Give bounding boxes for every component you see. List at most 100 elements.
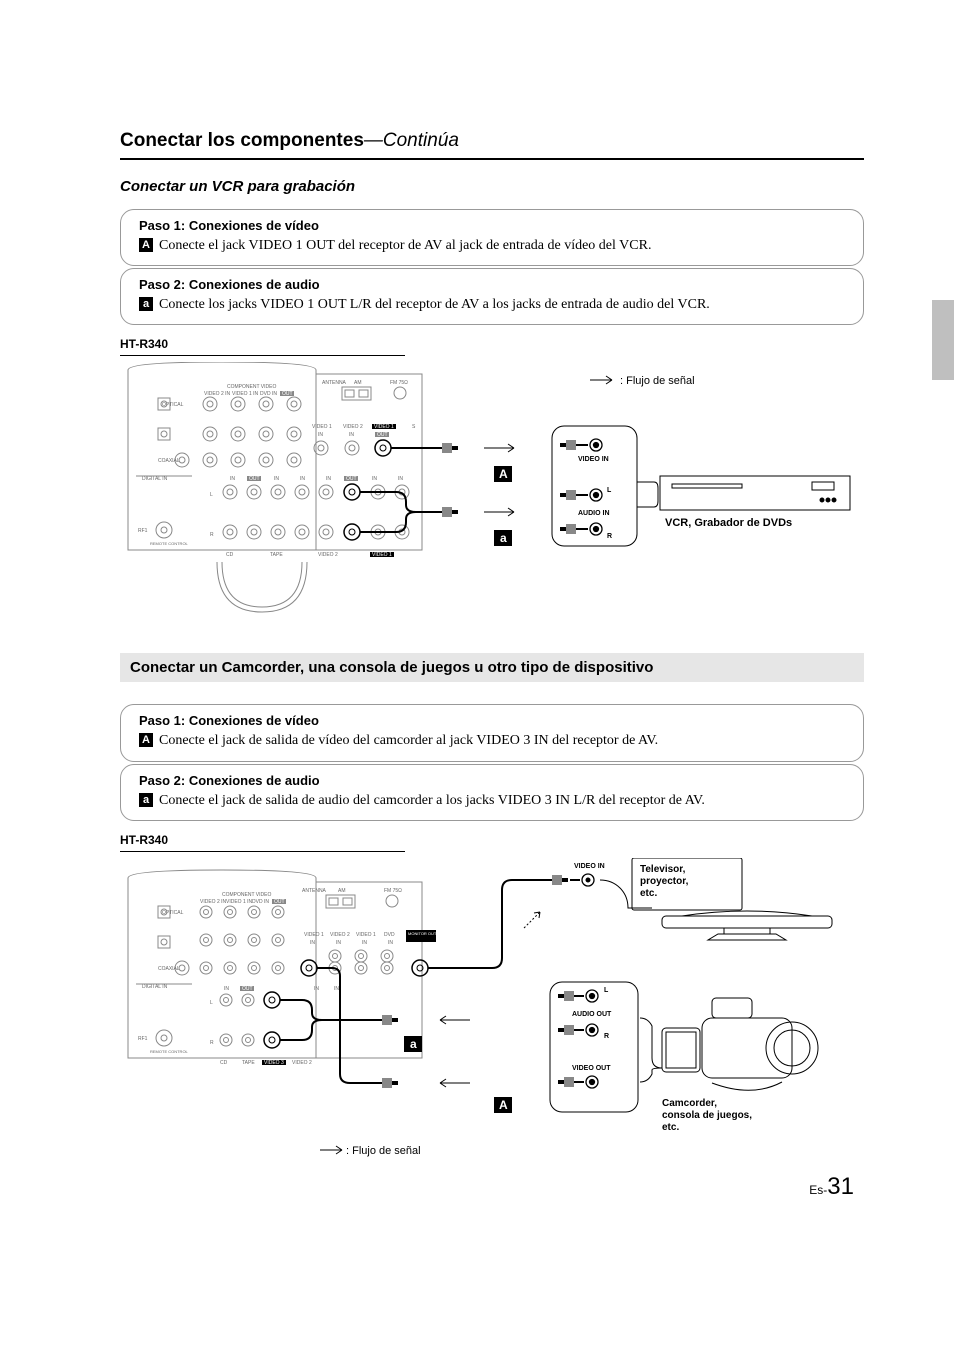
marker-A-icon: A (139, 733, 153, 747)
section1-step1-text: Conecte el jack VIDEO 1 OUT del receptor… (159, 238, 651, 253)
svg-text:COMPONENT VIDEO: COMPONENT VIDEO (222, 892, 271, 898)
svg-text:VIDEO IN: VIDEO IN (574, 863, 605, 870)
svg-text:IN: IN (349, 432, 354, 438)
svg-text:VIDEO 1: VIDEO 1 (304, 932, 324, 938)
svg-text:RF1: RF1 (138, 528, 148, 534)
section1-step1-line: A Conecte el jack VIDEO 1 OUT del recepto… (139, 237, 845, 255)
svg-text:OUT: OUT (249, 476, 260, 482)
svg-text:OUT: OUT (377, 432, 388, 438)
section2-step2-line: aConecte el jack de salida de audio del … (139, 792, 845, 810)
svg-text:IN: IN (372, 476, 377, 482)
svg-text:COAXIAL: COAXIAL (158, 966, 180, 972)
svg-text:VIDEO 1: VIDEO 1 (374, 424, 394, 430)
diagram1: ANTENNA AM FM 75Ω COMPONENT VIDEO VIDEO … (120, 362, 864, 622)
svg-text:R: R (210, 1040, 214, 1046)
svg-text:VIDEO 2: VIDEO 2 (292, 1060, 312, 1066)
section2-step1-text: Conecte el jack de salida de vídeo del c… (159, 733, 658, 748)
section2-step2-title: Paso 2: Conexiones de audio (139, 773, 845, 788)
svg-text:RF1: RF1 (138, 1036, 148, 1042)
svg-text:R: R (607, 533, 612, 540)
section1-step2-text: Conecte los jacks VIDEO 1 OUT L/R del re… (159, 297, 710, 312)
section2-step2-text: Conecte el jack de salida de audio del c… (159, 793, 705, 808)
section1-step1-box: Paso 1: Conexiones de vídeo A Conecte el … (120, 209, 864, 266)
marker-a-icon: a (139, 297, 153, 311)
svg-text:DVD IN: DVD IN (252, 899, 269, 905)
svg-text:: Flujo de señal: : Flujo de señal (620, 375, 695, 387)
svg-text:a: a (500, 531, 507, 545)
svg-text:VIDEO 1: VIDEO 1 (312, 424, 332, 430)
section2-model: HT-R340 (120, 833, 864, 847)
svg-text:IN: IN (388, 940, 393, 946)
svg-text:VIDEO 2: VIDEO 2 (318, 552, 338, 558)
svg-text:IN: IN (398, 476, 403, 482)
section2-step1-box: Paso 1: Conexiones de vídeo A Conecte el … (120, 704, 864, 761)
svg-text:OUT: OUT (282, 391, 293, 397)
svg-text:AUDIO IN: AUDIO IN (578, 510, 610, 517)
svg-text:IN: IN (224, 986, 229, 992)
svg-text:OUT: OUT (274, 899, 285, 905)
svg-text:VIDEO 2 IN: VIDEO 2 IN (200, 899, 227, 905)
svg-text:A: A (499, 1098, 508, 1112)
svg-text:DIGITAL IN: DIGITAL IN (142, 984, 168, 990)
svg-text:IN: IN (310, 940, 315, 946)
section1-step2-title: Paso 2: Conexiones de audio (139, 277, 845, 292)
svg-text:L: L (604, 987, 609, 994)
section2-step1-title: Paso 1: Conexiones de vídeo (139, 713, 845, 728)
svg-text:IN: IN (274, 476, 279, 482)
page-number: Es-31 (809, 1173, 854, 1201)
svg-text:OUT: OUT (242, 986, 253, 992)
svg-text:TAPE: TAPE (242, 1060, 255, 1066)
svg-text:IN: IN (334, 986, 339, 992)
svg-text:VIDEO OUT: VIDEO OUT (572, 1065, 611, 1072)
page-prefix: Es- (809, 1183, 827, 1197)
svg-text:VCR, Grabador de DVDs: VCR, Grabador de DVDs (665, 517, 792, 529)
section1-step2-line: a Conecte los jacks VIDEO 1 OUT L/R del r… (139, 296, 845, 314)
svg-text:VIDEO 3: VIDEO 3 (264, 1060, 284, 1066)
svg-text:ANTENNA: ANTENNA (322, 380, 347, 386)
svg-text:OUT: OUT (346, 476, 357, 482)
svg-text:A: A (499, 467, 508, 481)
svg-text:IN: IN (318, 432, 323, 438)
section2-heading: Conectar un Camcorder, una consola de ju… (120, 653, 864, 682)
svg-text:CD: CD (220, 1060, 228, 1066)
svg-text:L: L (607, 487, 612, 494)
svg-text:VIDEO 1: VIDEO 1 (356, 932, 376, 938)
svg-text:VIDEO 1: VIDEO 1 (372, 552, 392, 558)
svg-text:COMPONENT VIDEO: COMPONENT VIDEO (227, 384, 276, 390)
section2-step1-line: A Conecte el jack de salida de vídeo del … (139, 732, 845, 750)
svg-text:VIDEO 2: VIDEO 2 (330, 932, 350, 938)
model-text: HT-R340 (120, 833, 168, 847)
svg-text:a: a (410, 1037, 417, 1051)
svg-text:IN: IN (314, 986, 319, 992)
model-text: HT-R340 (120, 337, 168, 351)
svg-text:R: R (210, 532, 214, 538)
svg-text:AM: AM (354, 380, 362, 386)
marker-A-icon: A (139, 238, 153, 252)
section1-step2-box: Paso 2: Conexiones de audio a Conecte los… (120, 268, 864, 325)
svg-text:VIDEO IN: VIDEO IN (578, 456, 609, 463)
svg-text:AUDIO OUT: AUDIO OUT (572, 1011, 612, 1018)
diagram2: ANTENNA AM FM 75Ω COMPONENT VIDEO VIDEO … (120, 858, 864, 1168)
svg-text:VIDEO 2 IN: VIDEO 2 IN (204, 391, 231, 397)
svg-text:FM 75Ω: FM 75Ω (390, 380, 408, 386)
model-underline (120, 355, 405, 356)
svg-text:VIDEO 2: VIDEO 2 (343, 424, 363, 430)
page-side-tab (932, 300, 954, 380)
svg-text:DIGITAL IN: DIGITAL IN (142, 476, 168, 482)
svg-text:S: S (412, 424, 416, 430)
section2-step2-box: Paso 2: Conexiones de audio aConecte el … (120, 764, 864, 821)
svg-text:IN: IN (230, 476, 235, 482)
svg-text:MONITOR OUT: MONITOR OUT (408, 931, 437, 936)
svg-text:COAXIAL: COAXIAL (158, 458, 180, 464)
section1-subheading: Conectar un VCR para grabación (120, 178, 864, 195)
page-title: Conectar los componentes—Continúa (120, 130, 864, 160)
svg-text:IN: IN (362, 940, 367, 946)
svg-text:Camcorder, consola de jueg: Camcorder, consola de juegos, etc. (662, 1098, 755, 1133)
svg-text:VIDEO 1 IN: VIDEO 1 IN (232, 391, 259, 397)
title-continued: —Continúa (364, 130, 459, 151)
svg-text:FM 75Ω: FM 75Ω (384, 888, 402, 894)
section1-step1-title: Paso 1: Conexiones de vídeo (139, 218, 845, 233)
svg-text:DVD: DVD (384, 932, 395, 938)
svg-text:TAPE: TAPE (270, 552, 283, 558)
svg-text:CD: CD (226, 552, 234, 558)
